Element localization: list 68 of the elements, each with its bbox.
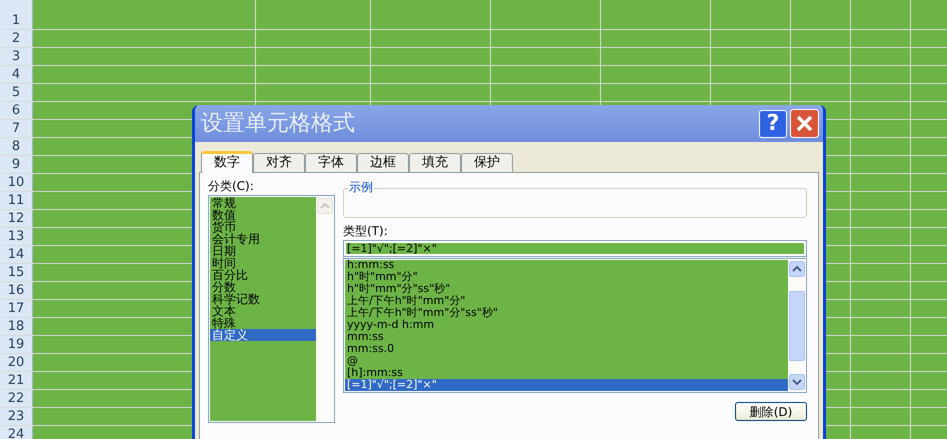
row-header[interactable]: 21: [0, 372, 33, 389]
category-item[interactable]: 分数: [210, 281, 316, 293]
category-item[interactable]: 时间: [210, 257, 316, 269]
type-item[interactable]: yyyy-m-d h:mm: [345, 319, 788, 331]
category-item[interactable]: 日期: [210, 245, 316, 257]
tab[interactable]: 数字: [201, 151, 253, 173]
tab[interactable]: 保护: [461, 153, 513, 172]
tab[interactable]: 对齐: [253, 153, 305, 172]
row-header[interactable]: 1: [0, 0, 33, 29]
category-item[interactable]: 特殊: [210, 317, 316, 329]
type-item[interactable]: h:mm:ss: [345, 259, 788, 271]
row-header[interactable]: 22: [0, 390, 33, 407]
category-item[interactable]: 数值: [210, 209, 316, 221]
help-button[interactable]: ?: [759, 110, 787, 138]
window-title: 设置单元格格式: [201, 110, 356, 138]
category-item[interactable]: 百分比: [210, 269, 316, 281]
category-item[interactable]: 常规: [210, 197, 316, 209]
scroll-thumb[interactable]: [789, 290, 805, 360]
row-header[interactable]: 9: [0, 156, 33, 173]
category-label: 分类(C):: [208, 179, 255, 193]
row-header[interactable]: 14: [0, 246, 33, 263]
row-header[interactable]: 17: [0, 300, 33, 317]
row-header[interactable]: 7: [0, 120, 33, 137]
type-item[interactable]: [=1]"√";[=2]"×": [345, 379, 788, 391]
category-item[interactable]: 货币: [210, 221, 316, 233]
scroll-up-icon[interactable]: [789, 261, 805, 277]
row-header[interactable]: 10: [0, 174, 33, 191]
type-item[interactable]: @: [345, 355, 788, 367]
row-header[interactable]: 3: [0, 48, 33, 65]
type-item[interactable]: 上午/下午h"时"mm"分": [345, 295, 788, 307]
category-list[interactable]: 常规 数值 货币 会计专用 日期 时间 百分比 分数 科学记数 文本 特殊 自定义: [208, 195, 335, 423]
type-input[interactable]: [=1]"√";[=2]"×": [343, 240, 807, 257]
row-header[interactable]: 2: [0, 30, 33, 47]
scrollbar[interactable]: [316, 197, 333, 421]
type-item[interactable]: mm:ss: [345, 331, 788, 343]
category-item[interactable]: 科学记数: [210, 293, 316, 305]
category-item[interactable]: 文本: [210, 305, 316, 317]
row-header[interactable]: 4: [0, 66, 33, 83]
scrollbar[interactable]: [788, 260, 805, 391]
row-header[interactable]: 20: [0, 354, 33, 371]
row-header[interactable]: 6: [0, 102, 33, 119]
row-header[interactable]: 15: [0, 264, 33, 281]
scroll-down-icon[interactable]: [789, 374, 805, 390]
row-header[interactable]: 12: [0, 210, 33, 227]
category-item[interactable]: 会计专用: [210, 233, 316, 245]
tab[interactable]: 填充: [409, 153, 461, 172]
category-item[interactable]: 自定义: [210, 329, 316, 341]
row-header[interactable]: 23: [0, 408, 33, 425]
type-item[interactable]: h"时"mm"分"ss"秒": [345, 283, 788, 295]
tab[interactable]: 字体: [305, 153, 357, 172]
row-header[interactable]: 11: [0, 192, 33, 209]
row-header[interactable]: 8: [0, 138, 33, 155]
close-icon[interactable]: [790, 109, 819, 138]
row-header[interactable]: 19: [0, 336, 33, 353]
sample-label: 示例: [348, 180, 374, 194]
row-header[interactable]: 18: [0, 318, 33, 335]
type-label: 类型(T):: [343, 224, 389, 238]
row-header[interactable]: 5: [0, 84, 33, 101]
type-item[interactable]: h"时"mm"分": [345, 271, 788, 283]
delete-button[interactable]: 删除(D): [735, 402, 807, 421]
row-header[interactable]: 13: [0, 228, 33, 245]
row-header[interactable]: 16: [0, 282, 33, 299]
type-item[interactable]: [h]:mm:ss: [345, 367, 788, 379]
type-item[interactable]: 上午/下午h"时"mm"分"ss"秒": [345, 307, 788, 319]
row-header[interactable]: 24: [0, 426, 33, 439]
type-item[interactable]: mm:ss.0: [345, 343, 788, 355]
tab[interactable]: 边框: [357, 153, 409, 172]
type-list[interactable]: h:mm:ss h"时"mm"分" h"时"mm"分"ss"秒" 上午/下午h"时"mm"分" 上午/下午h"时"mm"分"ss"秒" yyyy-m-d h:mm mm:ss mm:ss.0 @ [h]:mm:ss [=1]"√";[=2]"×": [343, 258, 807, 393]
